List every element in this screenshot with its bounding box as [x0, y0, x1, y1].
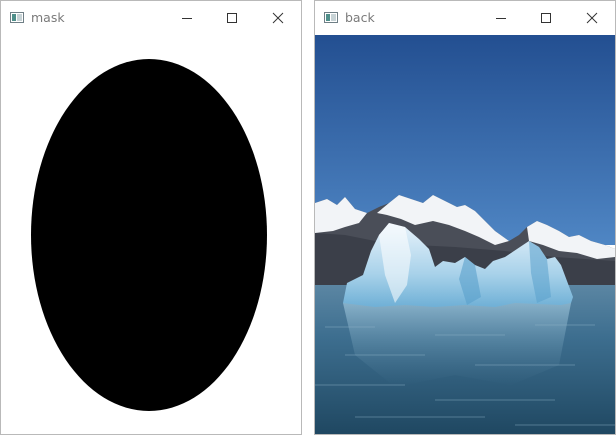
close-button[interactable]: [577, 5, 607, 31]
back-image: [315, 35, 615, 434]
close-button[interactable]: [263, 5, 293, 31]
maximize-icon: [541, 13, 551, 23]
close-icon: [272, 12, 284, 24]
mask-window[interactable]: mask: [0, 0, 302, 435]
mask-titlebar[interactable]: mask: [1, 1, 301, 35]
maximize-icon: [227, 13, 237, 23]
minimize-button[interactable]: [486, 5, 516, 31]
minimize-icon: [496, 18, 506, 19]
back-window[interactable]: back: [314, 0, 616, 435]
maximize-button[interactable]: [217, 5, 247, 31]
back-titlebar[interactable]: back: [315, 1, 615, 35]
app-window-icon: [324, 12, 338, 23]
minimize-button[interactable]: [172, 5, 202, 31]
window-title: mask: [31, 10, 65, 25]
app-window-icon: [10, 12, 24, 23]
back-image-area: [315, 35, 615, 434]
mask-image: [1, 35, 301, 434]
minimize-icon: [182, 18, 192, 19]
maximize-button[interactable]: [531, 5, 561, 31]
mask-image-area: [1, 35, 301, 434]
mask-ellipse: [31, 59, 267, 411]
close-icon: [586, 12, 598, 24]
window-title: back: [345, 10, 375, 25]
